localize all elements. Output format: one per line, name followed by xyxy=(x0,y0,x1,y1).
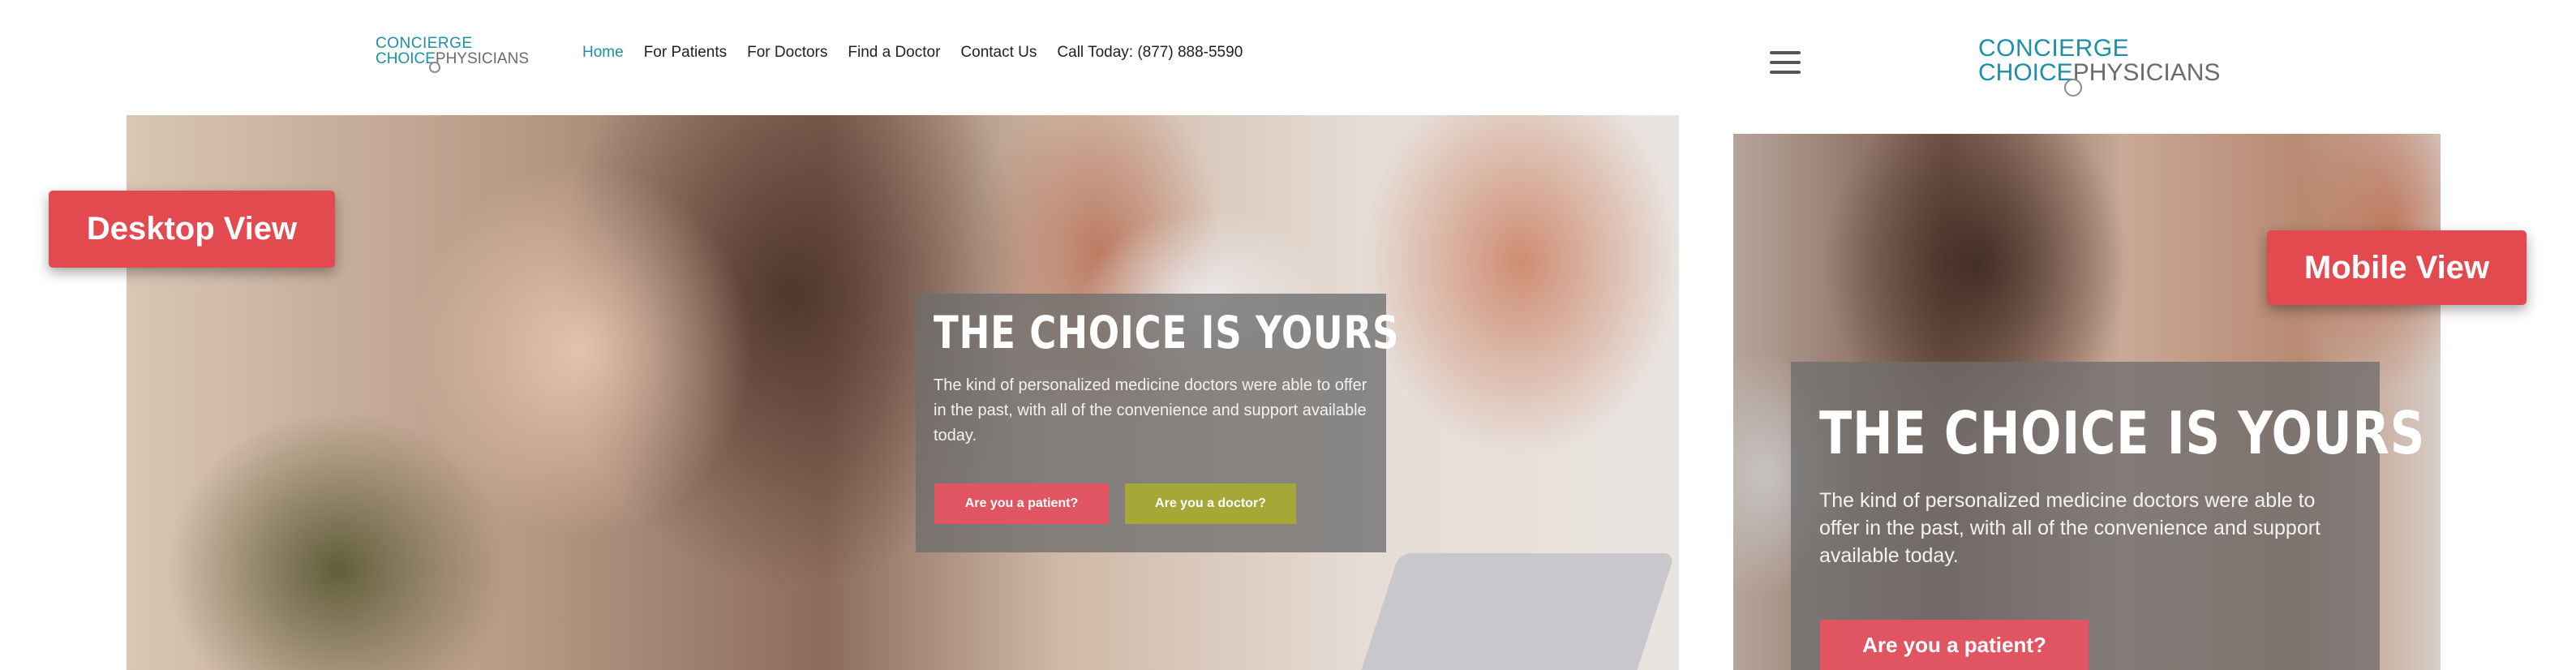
logo-line-1: CONCIERGE xyxy=(376,35,473,52)
mobile-hero-text: The kind of personalized medicine doctor… xyxy=(1819,489,2321,567)
desktop-main-nav: Home For Patients For Doctors Find a Doc… xyxy=(582,44,1243,62)
nav-call-today[interactable]: Call Today: (877) 888-5590 xyxy=(1057,44,1243,62)
mobile-hero-title: THE CHOICE IS YOURS xyxy=(1819,399,2426,467)
logo-swirl-icon xyxy=(429,62,440,73)
desktop-hero-image xyxy=(127,115,1679,670)
hamburger-menu-icon[interactable] xyxy=(1770,51,1801,74)
nav-find-a-doctor[interactable]: Find a Doctor xyxy=(848,44,940,62)
menu-bar xyxy=(1770,71,1801,74)
logo-line-2: CHOICEPHYSICIANS xyxy=(1978,61,2220,85)
mobile-logo[interactable]: CONCIERGE CHOICEPHYSICIANS xyxy=(1978,35,2220,97)
laptop-shape xyxy=(1351,553,1676,670)
desktop-patient-button[interactable]: Are you a patient? xyxy=(934,483,1109,524)
menu-bar xyxy=(1770,51,1801,54)
menu-bar xyxy=(1770,61,1801,64)
nav-contact-us[interactable]: Contact Us xyxy=(960,44,1037,62)
desktop-hero-title: THE CHOICE IS YOURS xyxy=(934,307,1400,359)
desktop-hero-card: THE CHOICE IS YOURS The kind of personal… xyxy=(916,294,1400,552)
logo-physicians: PHYSICIANS xyxy=(2072,59,2221,86)
logo-swirl-icon xyxy=(2064,79,2082,97)
logo-physicians: PHYSICIANS xyxy=(435,50,529,67)
nav-for-patients[interactable]: For Patients xyxy=(644,44,727,62)
logo-choice: CHOICE xyxy=(1978,59,2073,86)
mobile-hero-card: THE CHOICE IS YOURS The kind of personal… xyxy=(1791,362,2426,670)
mobile-view-label: Mobile View xyxy=(2267,230,2527,305)
logo-choice: CHOICE xyxy=(376,50,436,67)
desktop-hero-text: The kind of personalized medicine doctor… xyxy=(934,376,1367,445)
logo-line-2: CHOICEPHYSICIANS xyxy=(376,51,529,67)
mobile-patient-button[interactable]: Are you a patient? xyxy=(1820,620,2089,670)
nav-for-doctors[interactable]: For Doctors xyxy=(747,44,827,62)
desktop-doctor-button[interactable]: Are you a doctor? xyxy=(1125,483,1296,524)
desktop-logo[interactable]: CONCIERGE CHOICEPHYSICIANS xyxy=(376,35,529,73)
nav-home[interactable]: Home xyxy=(582,44,624,62)
desktop-view-label: Desktop View xyxy=(49,191,335,268)
logo-line-1: CONCIERGE xyxy=(1978,35,2130,62)
